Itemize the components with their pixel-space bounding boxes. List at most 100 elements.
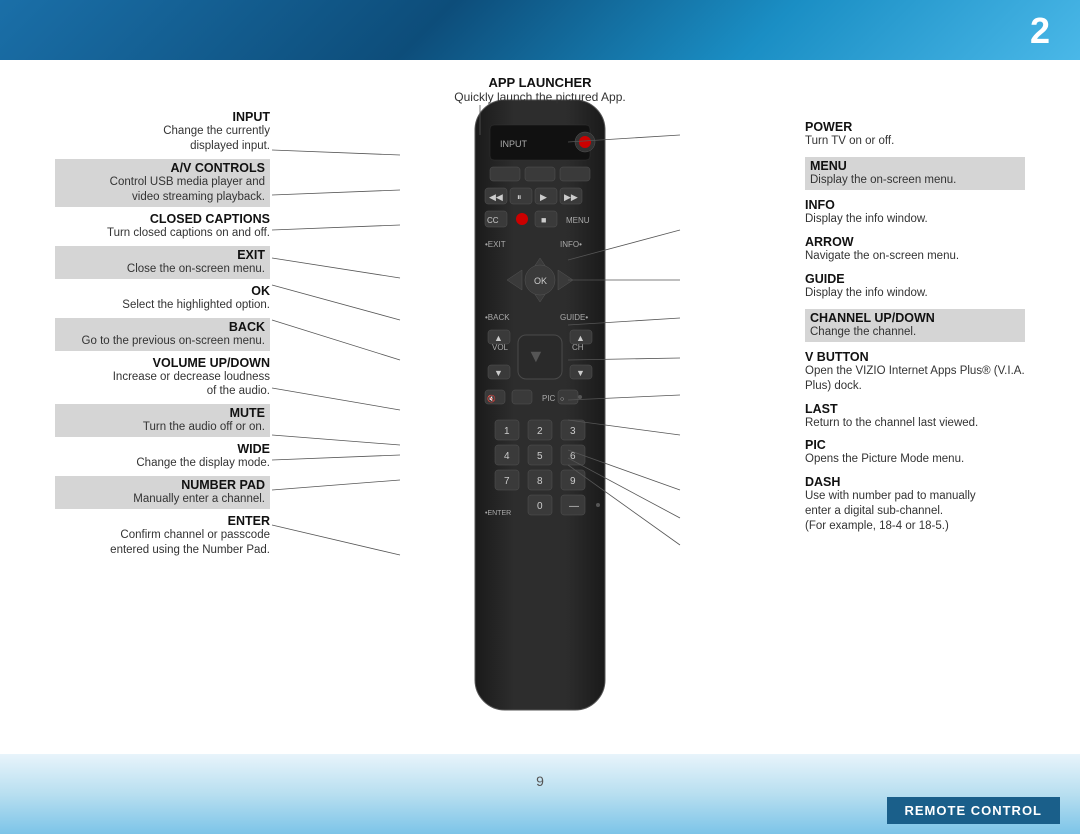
label-ok: OK Select the highlighted option.	[55, 284, 270, 313]
label-dash: DASH Use with number pad to manuallyente…	[805, 475, 1025, 534]
app-launcher-desc: Quickly launch the pictured App.	[454, 90, 625, 104]
label-back-title: BACK	[60, 320, 265, 334]
label-menu: MENU Display the on-screen menu.	[805, 157, 1025, 190]
svg-text:1: 1	[504, 426, 510, 437]
label-wide-title: WIDE	[55, 442, 270, 456]
label-exit-title: EXIT	[60, 248, 265, 262]
label-mute-desc: Turn the audio off or on.	[60, 420, 265, 435]
svg-text:GUIDE•: GUIDE•	[560, 313, 588, 322]
label-guide-title: GUIDE	[805, 272, 1025, 286]
label-enter: ENTER Confirm channel or passcodeentered…	[55, 514, 270, 558]
app-launcher-section: APP LAUNCHER Quickly launch the pictured…	[454, 75, 625, 104]
label-channel-title: CHANNEL UP/DOWN	[810, 311, 1020, 325]
label-back: BACK Go to the previous on-screen menu.	[55, 318, 270, 351]
label-guide-desc: Display the info window.	[805, 286, 1025, 301]
svg-text:▲: ▲	[494, 333, 503, 343]
label-input-desc: Change the currentlydisplayed input.	[55, 124, 270, 154]
svg-text:■: ■	[541, 215, 546, 225]
label-enter-title: ENTER	[55, 514, 270, 528]
svg-text:▶▶: ▶▶	[564, 192, 578, 202]
svg-text:▼: ▼	[576, 368, 585, 378]
label-info: INFO Display the info window.	[805, 198, 1025, 227]
label-volume: VOLUME UP/DOWN Increase or decrease loud…	[55, 356, 270, 400]
label-volume-title: VOLUME UP/DOWN	[55, 356, 270, 370]
svg-text:CH: CH	[572, 343, 584, 352]
svg-text:7: 7	[504, 476, 510, 487]
svg-text:○: ○	[560, 396, 564, 403]
label-wide: WIDE Change the display mode.	[55, 442, 270, 471]
svg-text:9: 9	[570, 476, 576, 487]
label-vbutton: V BUTTON Open the VIZIO Internet Apps Pl…	[805, 350, 1025, 394]
label-mute: MUTE Turn the audio off or on.	[55, 404, 270, 437]
label-dash-title: DASH	[805, 475, 1025, 489]
label-pic-desc: Opens the Picture Mode menu.	[805, 452, 1025, 467]
svg-text:4: 4	[504, 451, 510, 462]
label-ok-desc: Select the highlighted option.	[55, 298, 270, 313]
svg-text:🔇: 🔇	[487, 394, 496, 403]
label-input-title: INPUT	[55, 110, 270, 124]
label-input: INPUT Change the currentlydisplayed inpu…	[55, 110, 270, 154]
svg-text:8: 8	[537, 476, 543, 487]
label-pic-title: PIC	[805, 438, 1025, 452]
svg-text:0: 0	[537, 501, 543, 512]
svg-text:3: 3	[570, 426, 576, 437]
label-arrow-title: ARROW	[805, 235, 1025, 249]
label-wide-desc: Change the display mode.	[55, 456, 270, 471]
label-av-title: A/V CONTROLS	[60, 161, 265, 175]
label-channel-desc: Change the channel.	[810, 325, 1020, 340]
svg-text:PIC: PIC	[542, 394, 556, 403]
label-menu-title: MENU	[810, 159, 1020, 173]
label-cc-desc: Turn closed captions on and off.	[55, 226, 270, 241]
label-exit: EXIT Close the on-screen menu.	[55, 246, 270, 279]
svg-text:•BACK: •BACK	[485, 313, 510, 322]
svg-text:▼: ▼	[527, 346, 545, 366]
svg-text:▶: ▶	[540, 192, 547, 202]
label-numpad: NUMBER PAD Manually enter a channel.	[55, 476, 270, 509]
label-vbutton-desc: Open the VIZIO Internet Apps Plus® (V.I.…	[805, 364, 1025, 394]
label-cc: CLOSED CAPTIONS Turn closed captions on …	[55, 212, 270, 241]
right-labels-container: POWER Turn TV on or off. MENU Display th…	[805, 120, 1025, 542]
label-mute-title: MUTE	[60, 406, 265, 420]
label-numpad-desc: Manually enter a channel.	[60, 492, 265, 507]
svg-text:⏸: ⏸	[517, 192, 522, 202]
label-last-desc: Return to the channel last viewed.	[805, 416, 1025, 431]
top-gradient-bar	[0, 0, 1080, 60]
svg-text:VOL: VOL	[492, 343, 509, 352]
svg-text:◀◀: ◀◀	[489, 192, 503, 202]
svg-text:▼: ▼	[494, 368, 503, 378]
label-info-title: INFO	[805, 198, 1025, 212]
label-arrow-desc: Navigate the on-screen menu.	[805, 249, 1025, 264]
label-ok-title: OK	[55, 284, 270, 298]
svg-text:INFO•: INFO•	[560, 240, 582, 249]
svg-text:—: —	[569, 501, 579, 512]
svg-text:5: 5	[537, 451, 543, 462]
page-number-bottom: 9	[536, 773, 544, 789]
label-exit-desc: Close the on-screen menu.	[60, 262, 265, 277]
label-guide: GUIDE Display the info window.	[805, 272, 1025, 301]
label-power-desc: Turn TV on or off.	[805, 134, 1025, 149]
label-info-desc: Display the info window.	[805, 212, 1025, 227]
svg-text:•ENTER: •ENTER	[485, 510, 511, 517]
svg-text:▲: ▲	[576, 333, 585, 343]
label-channel: CHANNEL UP/DOWN Change the channel.	[805, 309, 1025, 342]
label-back-desc: Go to the previous on-screen menu.	[60, 334, 265, 349]
label-dash-desc: Use with number pad to manuallyenter a d…	[805, 489, 1025, 534]
label-numpad-title: NUMBER PAD	[60, 478, 265, 492]
svg-text:INPUT: INPUT	[500, 139, 528, 149]
app-launcher-title: APP LAUNCHER	[454, 75, 625, 90]
svg-text:•EXIT: •EXIT	[485, 240, 506, 249]
page-number-top: 2	[1030, 10, 1050, 52]
label-pic: PIC Opens the Picture Mode menu.	[805, 438, 1025, 467]
label-av-desc: Control USB media player andvideo stream…	[60, 175, 265, 205]
label-volume-desc: Increase or decrease loudnessof the audi…	[55, 370, 270, 400]
label-enter-desc: Confirm channel or passcodeentered using…	[55, 528, 270, 558]
label-last-title: LAST	[805, 402, 1025, 416]
label-power: POWER Turn TV on or off.	[805, 120, 1025, 149]
svg-text:MENU: MENU	[566, 216, 590, 225]
label-arrow: ARROW Navigate the on-screen menu.	[805, 235, 1025, 264]
remote-control-image: INPUT ◀◀ ⏸ ▶ ▶▶ CC ■ MENU •EXIT INFO•	[460, 95, 620, 720]
label-cc-title: CLOSED CAPTIONS	[55, 212, 270, 226]
svg-text:2: 2	[537, 426, 543, 437]
label-av-controls: A/V CONTROLS Control USB media player an…	[55, 159, 270, 207]
svg-text:OK: OK	[534, 276, 547, 286]
